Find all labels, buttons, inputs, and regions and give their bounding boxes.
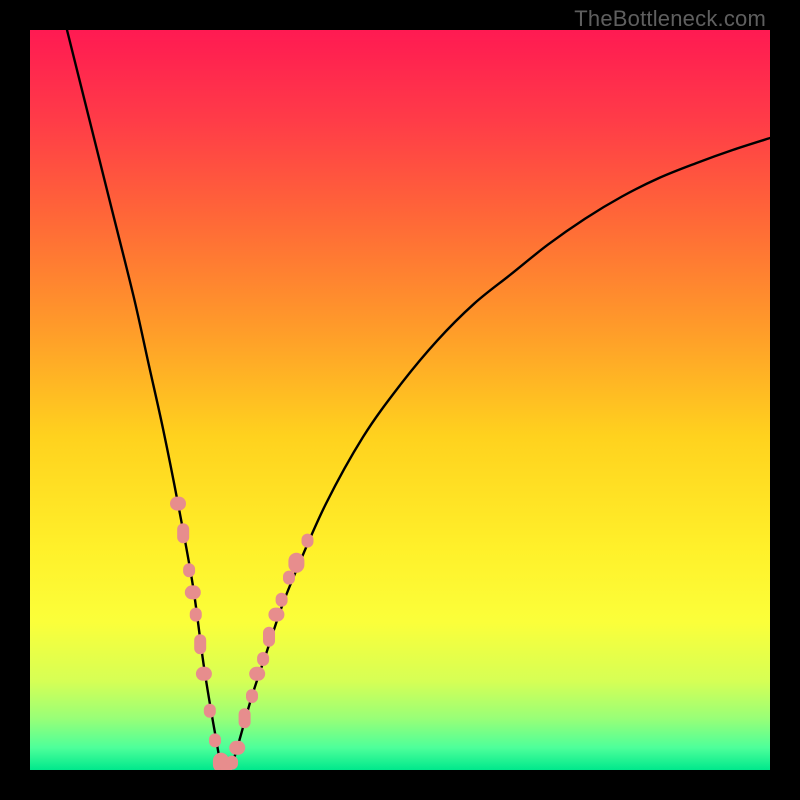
marker-dot (239, 708, 251, 728)
marker-dot (229, 741, 245, 755)
marker-dot (177, 523, 189, 543)
marker-dot (276, 593, 288, 607)
marker-dot (249, 667, 265, 681)
marker-dot (283, 571, 295, 585)
marker-dot (257, 652, 269, 666)
marker-dot (196, 667, 212, 681)
marker-dot (302, 534, 314, 548)
marker-dot (209, 733, 221, 747)
chart-frame: TheBottleneck.com (0, 0, 800, 800)
marker-dot (268, 608, 284, 622)
marker-dot (288, 553, 304, 573)
marker-dot (194, 634, 206, 654)
marker-dot (226, 756, 238, 770)
marker-dot (263, 627, 275, 647)
watermark-text: TheBottleneck.com (574, 6, 766, 32)
marker-dot (170, 497, 186, 511)
curve-layer (30, 30, 770, 770)
marker-dot (185, 585, 201, 599)
marker-dot (246, 689, 258, 703)
plot-area (30, 30, 770, 770)
marker-dot (204, 704, 216, 718)
marker-dot (190, 608, 202, 622)
bottleneck-curve (67, 30, 770, 770)
marker-dot (183, 563, 195, 577)
